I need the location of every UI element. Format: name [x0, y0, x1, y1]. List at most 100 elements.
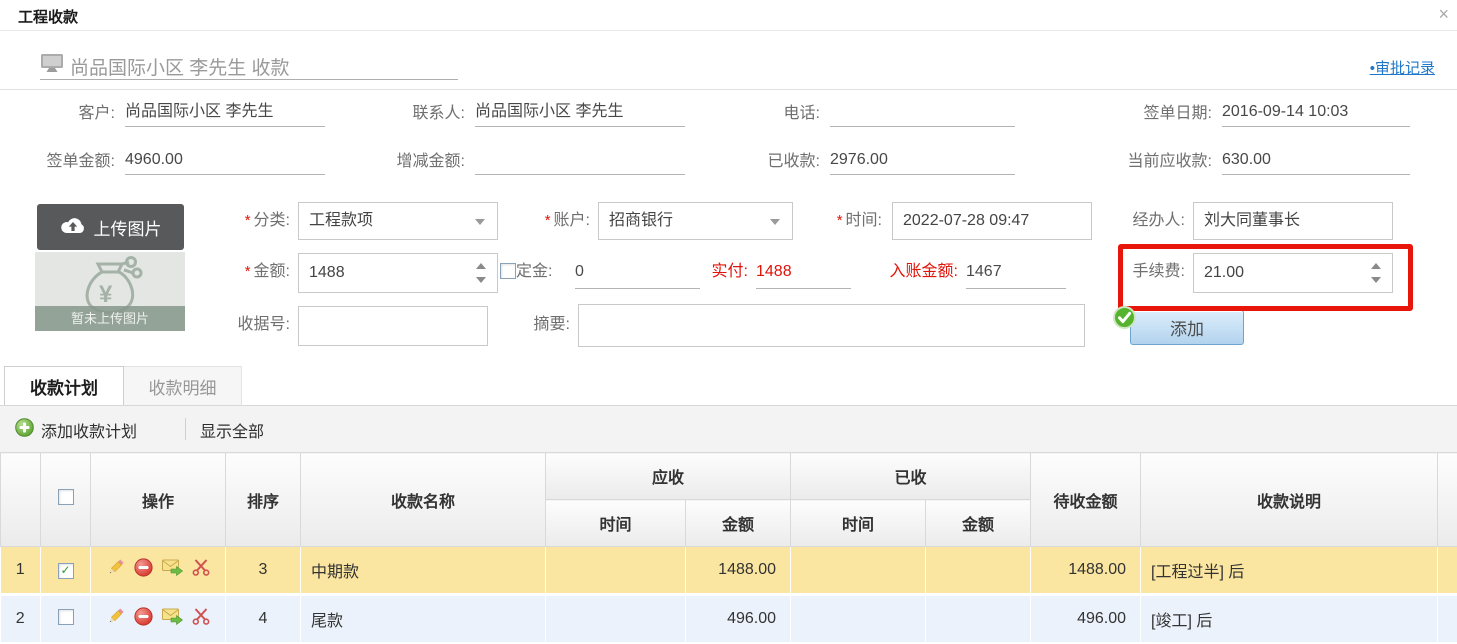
cell-note: [工程过半] 后 [1141, 547, 1438, 595]
chevron-down-icon [475, 219, 485, 225]
add-button[interactable]: 添加 [1130, 310, 1244, 345]
cell-paid-amount [926, 547, 1031, 595]
customer-label: 客户: [0, 102, 115, 126]
handler-input[interactable]: 刘大同董事长 [1193, 202, 1393, 240]
entry-amount-value: 1467 [966, 258, 1066, 289]
header-receivable-group: 应收 [546, 453, 791, 500]
account-select[interactable]: 招商银行 [598, 202, 793, 240]
amount-label: *金额: [180, 253, 290, 291]
summary-label: 摘要: [500, 306, 570, 344]
add-plan-label: 添加收款计划 [41, 418, 137, 442]
add-button-label: 添加 [1170, 315, 1204, 340]
category-label: *分类: [180, 202, 290, 240]
scissors-icon[interactable] [192, 608, 210, 630]
subheader: 尚品国际小区 李先生 收款 •审批记录 [0, 31, 1457, 90]
header-paid-time: 时间 [791, 500, 926, 547]
approval-records-link[interactable]: •审批记录 [1370, 57, 1435, 78]
check-circle-icon [1112, 305, 1137, 335]
receipt-no-label: 收据号: [180, 306, 290, 344]
monitor-icon [40, 53, 64, 79]
forward-mail-icon[interactable] [162, 559, 183, 581]
forward-mail-icon[interactable] [162, 608, 183, 630]
close-icon[interactable]: × [1438, 4, 1449, 24]
cell-recv-amount: 1488.00 [686, 547, 791, 595]
deposit-checkbox[interactable] [500, 263, 516, 279]
received-label: 已收款: [640, 150, 820, 174]
remove-circle-icon[interactable] [134, 607, 153, 631]
show-all-button[interactable]: 显示全部 [200, 418, 264, 442]
header-name: 收款名称 [301, 453, 546, 547]
plan-toolbar: 添加收款计划 显示全部 [0, 405, 1457, 452]
remove-circle-icon[interactable] [134, 558, 153, 582]
current-due-label: 当前应收款: [1020, 150, 1212, 174]
customer-value: 尚品国际小区 李先生 [125, 100, 325, 127]
fee-stepper[interactable]: 21.00 [1193, 253, 1393, 293]
select-all-checkbox[interactable] [58, 489, 74, 505]
header-note: 收款说明 [1141, 453, 1438, 547]
cell-sort: 3 [226, 547, 301, 595]
cell-recv-time [546, 595, 686, 643]
row-checkbox[interactable] [58, 609, 74, 625]
upload-image-button[interactable]: 上传图片 [37, 204, 184, 250]
header-checkbox-cell [41, 453, 91, 547]
category-value: 工程款项 [309, 212, 373, 229]
cell-note: [竣工] 后 [1141, 595, 1438, 643]
amount-stepper[interactable]: 1488 [298, 253, 498, 293]
row-number: 2 [1, 595, 41, 643]
header-rownum [1, 453, 41, 547]
edit-pencil-icon[interactable] [106, 607, 125, 631]
cell-paid-time [791, 547, 926, 595]
deposit-label: 定金: [516, 253, 566, 291]
cell-paid-amount [926, 595, 1031, 643]
row-checkbox[interactable]: ✓ [58, 563, 74, 579]
tab-payment-detail[interactable]: 收款明细 [123, 366, 242, 405]
time-input[interactable]: 2022-07-28 09:47 [892, 202, 1092, 240]
receipt-no-input[interactable] [298, 306, 488, 346]
header-spacer [1438, 453, 1457, 547]
dialog-title: 工程收款 [18, 6, 78, 27]
sign-amount-label: 签单金额: [0, 150, 115, 174]
contact-label: 联系人: [330, 102, 465, 126]
account-value: 招商银行 [609, 212, 673, 229]
spin-up-icon[interactable] [1371, 263, 1381, 269]
tab-label: 收款明细 [149, 374, 217, 399]
spin-up-icon[interactable] [476, 263, 486, 269]
tab-label: 收款计划 [30, 374, 98, 399]
header-paid-amount: 金额 [926, 500, 1031, 547]
upload-image-label: 上传图片 [94, 215, 162, 240]
header-recv-amount: 金额 [686, 500, 791, 547]
row-checkbox-cell [41, 595, 91, 643]
table-row: 2 4 尾款 496.00 496.00 [竣工] 后 [1, 595, 1457, 643]
summary-input[interactable] [578, 304, 1085, 347]
no-image-text: 暂未上传图片 [35, 306, 185, 331]
chevron-down-icon [770, 219, 780, 225]
time-label: *时间: [790, 202, 882, 240]
edit-pencil-icon[interactable] [106, 558, 125, 582]
cell-spacer [1438, 547, 1457, 595]
paid-value: 1488 [756, 258, 851, 289]
paid-label: 实付: [688, 253, 748, 291]
entry-amount-label: 入账金额: [868, 253, 958, 291]
deposit-value[interactable]: 0 [575, 258, 700, 289]
fee-label: 手续费: [1085, 253, 1185, 291]
category-select[interactable]: 工程款项 [298, 202, 498, 240]
cell-pending: 496.00 [1031, 595, 1141, 643]
spin-down-icon[interactable] [1371, 277, 1381, 283]
current-due-value: 630.00 [1222, 148, 1410, 175]
toolbar-separator [185, 418, 186, 440]
header-pending: 待收金额 [1031, 453, 1141, 547]
cell-pending: 1488.00 [1031, 547, 1141, 595]
spin-down-icon[interactable] [476, 277, 486, 283]
table-row: 1 ✓ 3 中期款 1488.00 1488.00 [工程过半] 后 [1, 547, 1457, 595]
add-plan-button[interactable]: 添加收款计划 [15, 418, 137, 442]
project-title: 尚品国际小区 李先生 收款 [70, 53, 290, 80]
amount-value: 1488 [309, 264, 345, 281]
cell-paid-time [791, 595, 926, 643]
handler-value: 刘大同董事长 [1204, 212, 1300, 229]
scissors-icon[interactable] [192, 559, 210, 581]
account-label: *账户: [500, 202, 590, 240]
tab-payment-plan[interactable]: 收款计划 [4, 366, 124, 405]
cloud-upload-icon [60, 215, 86, 240]
header-op: 操作 [91, 453, 226, 547]
fee-value: 21.00 [1204, 264, 1244, 281]
